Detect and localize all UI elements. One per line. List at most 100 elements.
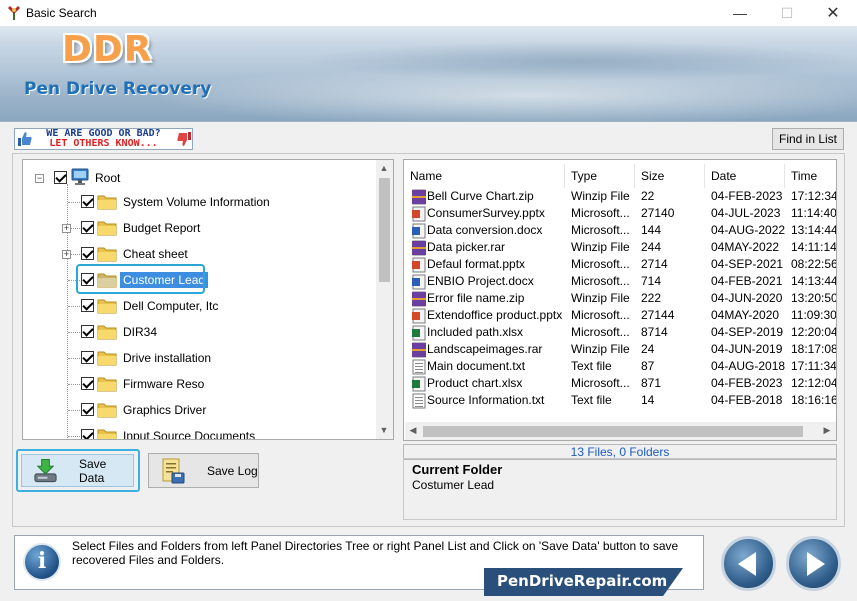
list-row[interactable]: Landscapeimages.rar Winzip File 24 04-JUN-2…: [408, 341, 837, 358]
brand-logo: DDR: [62, 29, 153, 70]
file-list[interactable]: Name Type Size Date Time Bell Curve Char…: [403, 159, 837, 441]
save-data-button[interactable]: Save Data: [21, 454, 134, 487]
tree-item-checkbox[interactable]: [81, 377, 94, 390]
find-in-list-button[interactable]: Find in List: [772, 128, 844, 150]
tree-item[interactable]: System Volume Information: [23, 189, 378, 215]
list-row[interactable]: Product chart.xlsx Microsoft... 871 04-FEB-…: [408, 375, 836, 392]
folder-icon: [97, 377, 117, 392]
feedback-button[interactable]: WE ARE GOOD OR BAD? LET OTHERS KNOW...: [14, 128, 193, 150]
column-type[interactable]: Type: [565, 164, 635, 188]
maximize-button[interactable]: ☐: [764, 0, 810, 26]
cell-date: 04MAY-2022: [711, 240, 780, 254]
tree-item[interactable]: Firmware Reso: [23, 371, 378, 397]
text-file-icon: [412, 359, 426, 375]
cell-type: Microsoft...: [571, 274, 630, 288]
tree-item-checkbox[interactable]: [81, 299, 94, 312]
tree-item[interactable]: Graphics Driver: [23, 397, 378, 423]
tree-item[interactable]: Input Source Documents: [23, 423, 378, 440]
cell-size: 144: [641, 223, 662, 237]
tree-scroll-thumb[interactable]: [379, 178, 390, 282]
cell-date: 04-AUG-2018: [711, 359, 786, 373]
back-button[interactable]: [721, 536, 776, 591]
cell-date: 04-SEP-2019: [711, 325, 784, 339]
tree-item-checkbox[interactable]: [81, 325, 94, 338]
cell-name: Defaul format.pptx: [427, 257, 526, 271]
expand-icon[interactable]: +: [62, 224, 71, 233]
save-data-label: Save Data: [78, 456, 107, 485]
tree-item-checkbox[interactable]: [81, 351, 94, 364]
ppt-file-icon: [412, 257, 426, 273]
computer-icon: [71, 168, 89, 185]
cell-date: 04-FEB-2023: [711, 376, 783, 390]
scroll-down-arrow-icon[interactable]: ▼: [376, 425, 392, 435]
expand-icon[interactable]: +: [62, 250, 71, 259]
scroll-right-arrow-icon[interactable]: ▶: [819, 425, 835, 436]
cell-name: Included path.xlsx: [427, 325, 524, 339]
cell-size: 2714: [641, 257, 668, 271]
cell-time: 08:22:56: [791, 257, 837, 271]
collapse-icon[interactable]: −: [35, 174, 44, 183]
selection-highlight: [76, 264, 205, 294]
tree-item[interactable]: DIR34: [23, 319, 378, 345]
website-badge[interactable]: PenDriveRepair.com: [484, 568, 683, 596]
header-banner: DDR Pen Drive Recovery: [0, 26, 857, 122]
list-row[interactable]: Included path.xlsx Microsoft... 8714 04-SEP…: [408, 324, 836, 341]
tree-item-checkbox[interactable]: [81, 221, 94, 234]
cell-size: 27144: [641, 308, 675, 322]
list-row[interactable]: Data conversion.docx Microsoft... 144 04-AU…: [408, 222, 836, 239]
cell-size: 244: [641, 240, 662, 254]
tree-item-label: System Volume Information: [123, 195, 270, 209]
column-date[interactable]: Date: [705, 164, 785, 188]
cell-name: Error file name.zip: [427, 291, 525, 305]
cell-size: 27140: [641, 206, 675, 220]
list-horizontal-scrollbar[interactable]: ◀ ▶: [405, 422, 836, 440]
save-log-button[interactable]: Save Log: [148, 453, 259, 488]
list-row[interactable]: Source Information.txt Text file 14 04-FEB-…: [408, 392, 836, 409]
list-row[interactable]: Extendoffice product.pptx Microsoft... 271…: [408, 307, 836, 324]
tree-item-label: Cheat sheet: [123, 247, 188, 261]
archive-file-icon: [412, 240, 426, 256]
column-name[interactable]: Name: [404, 164, 565, 188]
close-button[interactable]: ✕: [810, 0, 856, 26]
minimize-button[interactable]: —: [717, 0, 763, 26]
directory-tree[interactable]: − Root System Volume Information + Budget …: [22, 159, 394, 440]
folder-icon: [97, 247, 117, 262]
folder-icon: [97, 351, 117, 366]
scroll-left-arrow-icon[interactable]: ◀: [405, 425, 421, 436]
tree-item-checkbox[interactable]: [81, 247, 94, 260]
cell-name: ConsumerSurvey.pptx: [427, 206, 545, 220]
column-size[interactable]: Size: [635, 164, 705, 188]
archive-file-icon: [412, 189, 426, 205]
download-drive-icon: [34, 458, 57, 482]
tree-vertical-scrollbar[interactable]: ▲ ▼: [376, 160, 393, 439]
ppt-file-icon: [412, 206, 426, 222]
tree-item-label: Input Source Documents: [123, 429, 256, 440]
tree-item[interactable]: + Budget Report: [23, 215, 378, 241]
tree-item-checkbox[interactable]: [81, 429, 94, 439]
cell-type: Text file: [571, 359, 612, 373]
info-icon: i: [23, 543, 61, 581]
list-row[interactable]: Bell Curve Chart.zip Winzip File 22 04-FEB-…: [408, 188, 836, 205]
cell-type: Winzip File: [571, 240, 630, 254]
next-button[interactable]: [786, 536, 841, 591]
list-row[interactable]: Error file name.zip Winzip File 222 04-JUN-…: [408, 290, 836, 307]
tree-item-checkbox[interactable]: [81, 195, 94, 208]
list-row[interactable]: ConsumerSurvey.pptx Microsoft... 27140 04-J…: [408, 205, 836, 222]
tree-item[interactable]: Dell Computer, Itc: [23, 293, 378, 319]
list-scroll-thumb[interactable]: [423, 426, 803, 437]
scroll-up-arrow-icon[interactable]: ▲: [376, 163, 392, 173]
list-row[interactable]: Main document.txt Text file 87 04-AUG-2018 1…: [408, 358, 836, 375]
next-arrow-icon: [806, 551, 825, 576]
cell-date: 04-AUG-2022: [711, 223, 786, 237]
tree-item-checkbox[interactable]: [81, 403, 94, 416]
list-row[interactable]: Defaul format.pptx Microsoft... 2714 04-SEP…: [408, 256, 837, 273]
column-time[interactable]: Time: [785, 164, 836, 188]
tree-root[interactable]: − Root: [23, 165, 378, 191]
tree-item-label: Budget Report: [123, 221, 201, 235]
root-checkbox[interactable]: [54, 171, 67, 184]
tree-item[interactable]: Drive installation: [23, 345, 378, 371]
current-folder-box: Current Folder Costumer Lead: [403, 458, 837, 520]
cell-time: 18:17:08: [791, 342, 837, 356]
list-row[interactable]: ENBIO Project.docx Microsoft... 714 04-FEB-…: [408, 273, 836, 290]
list-row[interactable]: Data picker.rar Winzip File 244 04MAY-2022 1…: [408, 239, 836, 256]
